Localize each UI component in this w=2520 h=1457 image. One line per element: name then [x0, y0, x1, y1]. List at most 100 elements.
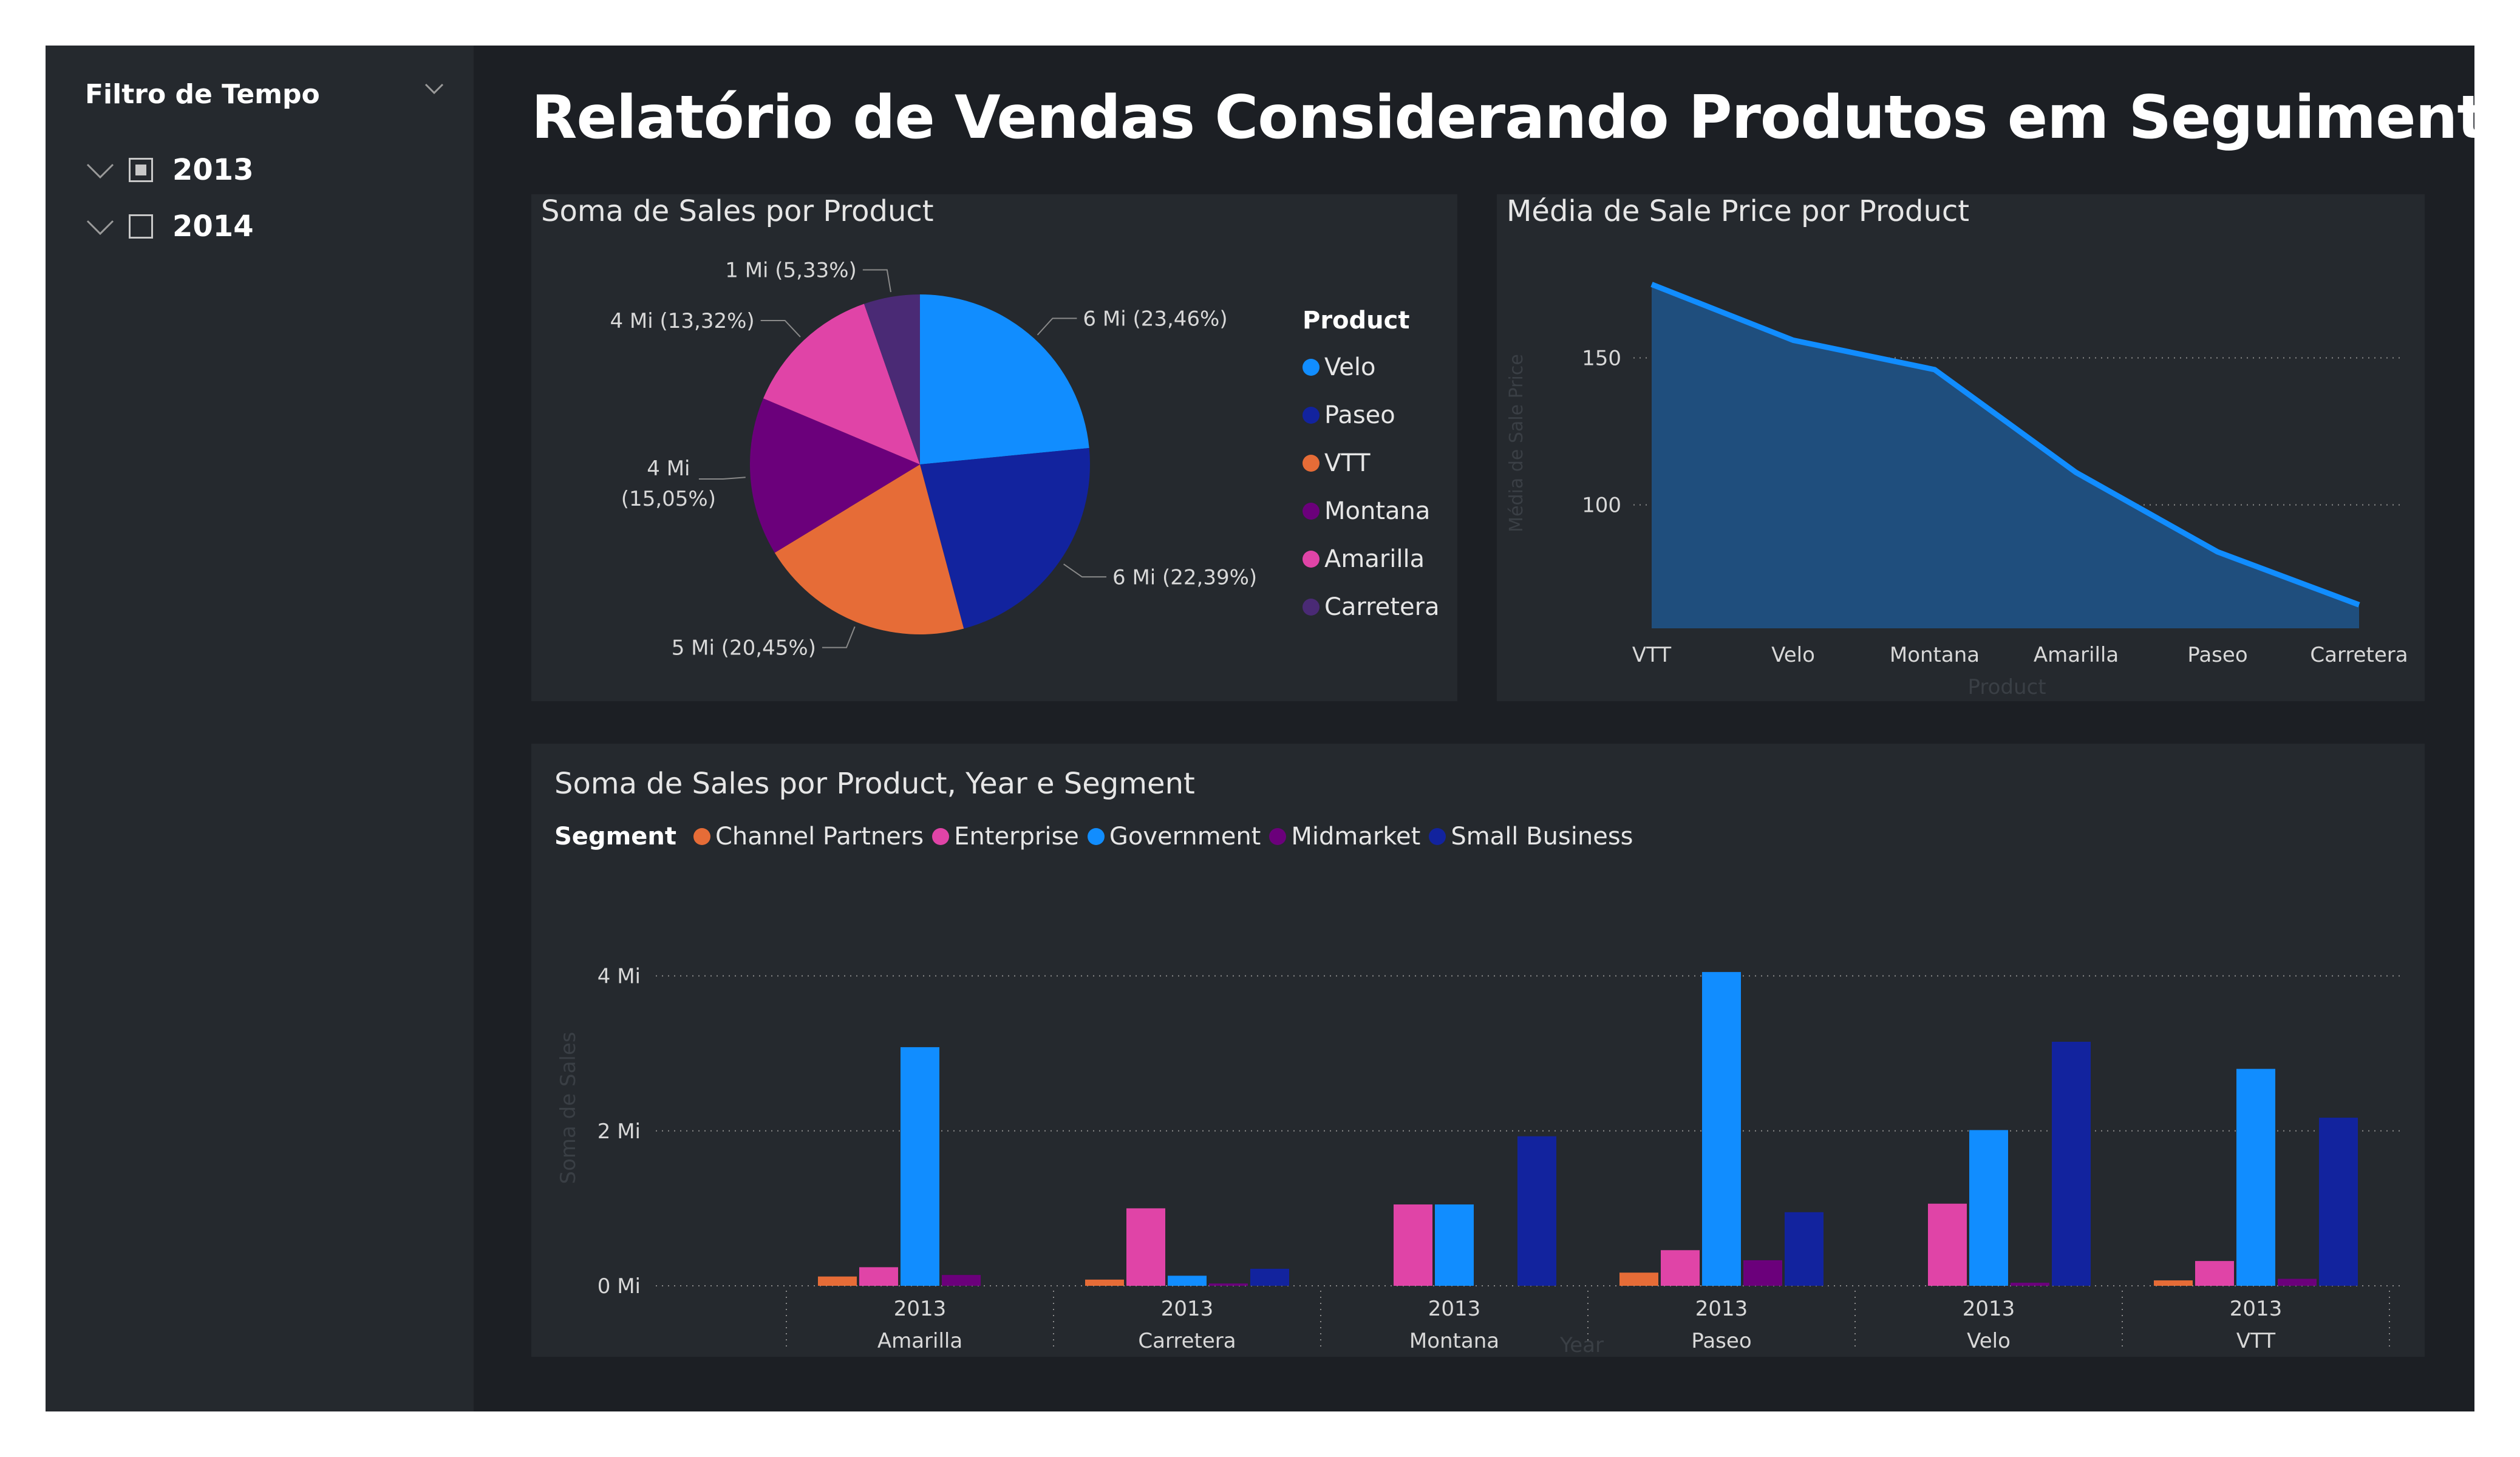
expand-chevron-icon[interactable]	[85, 155, 115, 185]
pie-leader-line	[822, 626, 856, 648]
bar-government	[1435, 1204, 1474, 1286]
legend-label: Paseo	[1324, 401, 1395, 429]
bar-enterprise	[1928, 1203, 1967, 1286]
x-tick-label: Paseo	[2187, 643, 2247, 667]
bar-government	[1969, 1130, 2008, 1286]
bar-chart-panel[interactable]: Soma de Sales por Product, Year e Segmen…	[531, 744, 2425, 1357]
x-tick-product: Carretera	[1138, 1329, 1236, 1353]
bar-midmarket	[942, 1275, 981, 1286]
y-axis-title: Média de Sale Price	[1506, 354, 1527, 532]
legend-dot-icon	[1303, 406, 1320, 424]
slicer-item-label: 2014	[172, 209, 254, 243]
bar-government	[901, 1047, 939, 1286]
bar-channel-partners	[818, 1276, 857, 1286]
x-tick-label: Carretera	[2310, 643, 2408, 667]
x-tick-product: Montana	[1409, 1329, 1499, 1353]
slicer-title: Filtro de Tempo	[85, 79, 320, 110]
pie-data-label: 4 Mi (13,32%)	[610, 309, 754, 333]
legend-label: Montana	[1324, 497, 1431, 525]
bar-channel-partners	[2154, 1280, 2193, 1286]
checkbox-partial[interactable]	[129, 158, 153, 182]
pie-leader-line	[1037, 318, 1077, 336]
y-tick-label: 100	[1582, 494, 1621, 518]
pie-leader-line	[1063, 563, 1107, 578]
bar-small-business	[1250, 1268, 1289, 1286]
legend-item[interactable]: Montana	[1303, 487, 1440, 535]
time-filter-slicer: Filtro de Tempo 2013 2014	[46, 46, 474, 1411]
bar-midmarket	[2278, 1279, 2317, 1286]
x-tick-year: 2013	[894, 1297, 947, 1321]
bar-enterprise	[859, 1267, 898, 1286]
legend-item[interactable]: Paseo	[1303, 391, 1440, 439]
legend-dot-icon	[1303, 358, 1320, 376]
bar-chart: 0 Mi 2 Mi 4 Mi 2013 Amarilla 2013 Carretera 201…	[556, 965, 2402, 1357]
bar-midmarket	[1209, 1283, 1248, 1286]
pie-leader-line	[760, 319, 801, 338]
slicer-item-label: 2013	[172, 153, 254, 187]
slicer-item-2013[interactable]: 2013	[85, 152, 254, 188]
bar-government	[1168, 1275, 1207, 1286]
slicer-collapse-chevron-icon[interactable]	[422, 76, 446, 100]
slicer-item-2014[interactable]: 2014	[85, 208, 254, 245]
bar-small-business	[1517, 1136, 1556, 1286]
bar-enterprise	[1661, 1250, 1700, 1286]
legend-dot-icon	[1303, 454, 1320, 472]
area-fill	[1652, 284, 2359, 629]
bar-enterprise	[2195, 1261, 2234, 1286]
legend-item[interactable]: Amarilla	[1303, 535, 1440, 583]
legend-item[interactable]: Velo	[1303, 343, 1440, 391]
legend-dot-icon	[1303, 502, 1320, 520]
pie-data-label: 1 Mi (5,33%)	[725, 259, 857, 283]
x-tick-year: 2013	[2230, 1297, 2283, 1321]
legend-label: Velo	[1324, 353, 1376, 381]
x-tick-label: Amarilla	[2034, 643, 2119, 667]
x-tick-year: 2013	[1695, 1297, 1748, 1321]
legend-item[interactable]: Carretera	[1303, 583, 1440, 631]
y-axis-title: Soma de Sales	[556, 1032, 581, 1184]
area-chart: 100 150 VTT Velo Montana Amarilla Paseo Carrete…	[1506, 282, 2408, 699]
pie-leader-line	[698, 477, 746, 480]
x-tick-year: 2013	[1963, 1297, 2015, 1321]
x-tick-product: Amarilla	[877, 1329, 962, 1353]
legend-dot-icon	[1303, 550, 1320, 568]
y-tick-label: 0 Mi	[598, 1274, 641, 1299]
page-title: Relatório de Vendas Considerando Produto…	[531, 83, 2520, 152]
bar-channel-partners	[1085, 1279, 1124, 1286]
pie-leader-line	[862, 269, 891, 293]
x-tick-year: 2013	[1161, 1297, 1214, 1321]
legend-label: Carretera	[1324, 593, 1440, 621]
legend-label: VTT	[1324, 449, 1371, 477]
x-tick-product: VTT	[2236, 1329, 2275, 1353]
x-tick-year: 2013	[1428, 1297, 1481, 1321]
expand-chevron-icon[interactable]	[85, 211, 115, 242]
bar-government	[2236, 1068, 2275, 1286]
legend-title: Product	[1303, 307, 1410, 335]
legend-dot-icon	[1303, 598, 1320, 616]
bar-small-business	[2319, 1118, 2358, 1286]
x-axis-title: Year	[1559, 1333, 1604, 1357]
bar-midmarket	[2011, 1282, 2049, 1286]
legend-label: Amarilla	[1324, 545, 1425, 573]
pie-data-label: (15,05%)	[621, 487, 716, 511]
x-tick-product: Velo	[1967, 1329, 2011, 1353]
pie-chart: 6 Mi (23,46%) 6 Mi (22,39%) 5 Mi (20,45%) 4…	[610, 259, 1257, 661]
pie-data-label: 5 Mi (20,45%)	[672, 636, 816, 661]
legend-item[interactable]: VTT	[1303, 439, 1440, 487]
report-canvas: Filtro de Tempo 2013 2014 Relatório de V…	[46, 46, 2520, 1411]
x-axis-title: Product	[1967, 675, 2046, 699]
x-tick-label: Velo	[1771, 643, 1815, 667]
x-tick-label: VTT	[1632, 643, 1671, 667]
pie-slice-velo	[920, 294, 1089, 464]
area-chart-panel[interactable]: Média de Sale Price por Product 100 150 VT…	[1497, 194, 2425, 701]
y-tick-label: 150	[1582, 346, 1621, 370]
bar-government	[1702, 972, 1741, 1286]
checkbox-unchecked[interactable]	[129, 214, 153, 239]
pie-chart-panel[interactable]: Soma de Sales por Product 6 Mi (23,46%) 6…	[531, 194, 1457, 701]
bar-enterprise	[1126, 1208, 1165, 1286]
pie-data-label: 6 Mi (22,39%)	[1112, 565, 1257, 589]
bar-small-business	[2052, 1042, 2091, 1286]
bar-channel-partners	[1619, 1272, 1658, 1286]
pie-data-label: 4 Mi	[647, 457, 690, 481]
pie-legend: Product Velo Paseo VTT Montana Amarilla Carre…	[1303, 307, 1440, 631]
pie-data-label: 6 Mi (23,46%)	[1083, 307, 1227, 331]
